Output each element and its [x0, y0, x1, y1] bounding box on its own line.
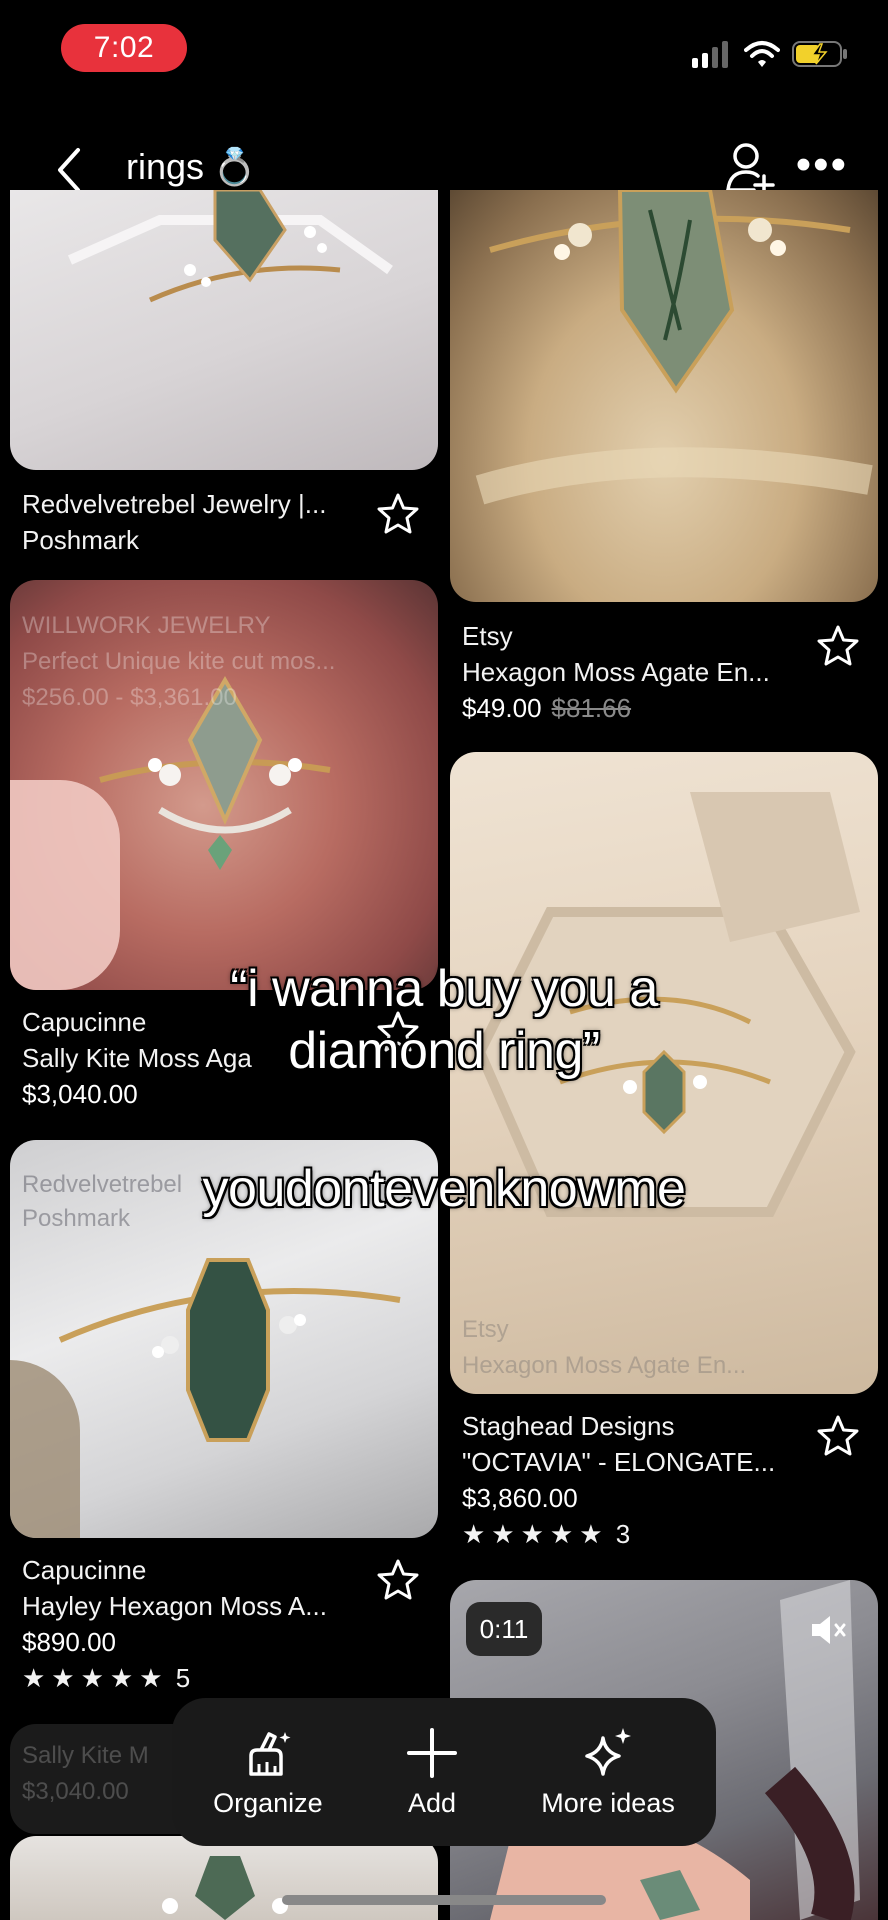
faded-text: Perfect Unique kite cut mos...	[22, 648, 336, 675]
more-ideas-label: More ideas	[541, 1787, 675, 1818]
add-label: Add	[407, 1787, 456, 1818]
home-indicator[interactable]	[282, 1895, 606, 1905]
save-star-icon[interactable]	[376, 492, 420, 536]
overlay-caption: youdontevenknowme	[202, 1160, 686, 1218]
faded-text: $3,040.00	[22, 1778, 129, 1805]
pin-subtitle: Poshmark	[22, 525, 140, 555]
pin-rating: ★★★★★ 5	[22, 1660, 327, 1696]
organize-brush-icon	[249, 1731, 291, 1776]
battery-icon	[792, 41, 847, 67]
faded-text: Hexagon Moss Agate En...	[462, 1352, 747, 1379]
pin-source: Etsy	[462, 621, 513, 651]
board-toolbar: Organize Add More ideas	[172, 1698, 716, 1846]
ring-illustration-2	[475, 190, 873, 505]
status-icons	[692, 36, 848, 72]
pin-image-1[interactable]	[10, 190, 438, 470]
faded-caption: WILLWORK JEWELRY Perfect Unique kite cut…	[22, 608, 335, 716]
pin-source: Capucinne	[22, 1555, 147, 1585]
pin-caption-5[interactable]: Capucinne Hayley Hexagon Moss A... $890.…	[22, 1552, 327, 1696]
pin-rating: ★★★★★ 3	[462, 1516, 775, 1552]
save-star-icon[interactable]	[816, 1414, 860, 1458]
pin-subtitle: "OCTAVIA" - ELONGATE...	[462, 1447, 776, 1477]
faded-text: $256.00 - $3,361.00	[22, 684, 237, 711]
rating-stars: ★★★★★	[22, 1663, 169, 1693]
wifi-icon	[744, 41, 780, 67]
faded-caption: Sally Kite M $3,040.00	[22, 1738, 149, 1810]
pin-price: $3,860.00	[462, 1483, 578, 1513]
rating-count: 3	[615, 1519, 631, 1549]
sparkle-icon	[585, 1727, 632, 1776]
pin-source: Staghead Designs	[462, 1411, 675, 1441]
board-title-text: rings	[126, 146, 205, 187]
pin-caption-4[interactable]: Staghead Designs "OCTAVIA" - ELONGATE...…	[462, 1408, 775, 1552]
status-time: 7:02	[61, 24, 187, 72]
pin-subtitle: Hayley Hexagon Moss A...	[22, 1591, 327, 1621]
plus-icon	[406, 1727, 457, 1778]
rating-stars: ★★★★★	[462, 1519, 609, 1549]
overlay-quote-line2: diamond ring”	[288, 1022, 600, 1080]
faded-text: WILLWORK JEWELRY	[22, 612, 271, 639]
signal-icon	[692, 41, 728, 68]
add-collaborator-icon[interactable]	[724, 140, 776, 196]
save-star-icon[interactable]	[376, 1558, 420, 1602]
pin-old-price: $81.66	[551, 693, 632, 723]
pin-caption-1[interactable]: Redvelvetrebel Jewelry |... Poshmark	[22, 486, 326, 558]
save-star-icon[interactable]	[816, 624, 860, 668]
pin-source: Redvelvetrebel Jewelry |...	[22, 489, 327, 519]
more-options-icon[interactable]: •••	[796, 143, 848, 187]
video-duration-badge: 0:11	[466, 1602, 542, 1656]
organize-label: Organize	[213, 1787, 323, 1818]
faded-text: Sally Kite M	[22, 1742, 149, 1769]
rating-count: 5	[175, 1663, 191, 1693]
pin-subtitle: Hexagon Moss Agate En...	[462, 657, 770, 687]
add-button[interactable]: Add	[405, 1726, 459, 1819]
muted-speaker-icon[interactable]	[808, 1612, 848, 1648]
pin-price: $890.00	[22, 1627, 116, 1657]
ring-illustration-9	[162, 1856, 288, 1920]
pin-price: $49.00	[462, 693, 542, 723]
ring-illustration-1	[67, 190, 393, 303]
organize-button[interactable]: Organize	[213, 1726, 323, 1819]
faded-text: Etsy	[462, 1316, 509, 1343]
finger	[10, 780, 120, 990]
overlay-quote: “i wanna buy you a diamond ring”	[120, 958, 768, 1082]
board-title: rings 💍	[126, 142, 257, 192]
pin-image-3[interactable]: WILLWORK JEWELRY Perfect Unique kite cut…	[10, 580, 438, 990]
pin-image-9[interactable]	[10, 1836, 438, 1920]
ring-emoji: 💍	[212, 146, 257, 187]
pin-image-2[interactable]	[450, 190, 878, 602]
overlay-quote-line1: “i wanna buy you a	[230, 960, 658, 1018]
pin-caption-2[interactable]: Etsy Hexagon Moss Agate En... $49.00 $81.…	[462, 618, 770, 726]
faded-caption: Etsy Hexagon Moss Agate En...	[462, 1312, 746, 1384]
more-ideas-button[interactable]: More ideas	[541, 1726, 675, 1819]
